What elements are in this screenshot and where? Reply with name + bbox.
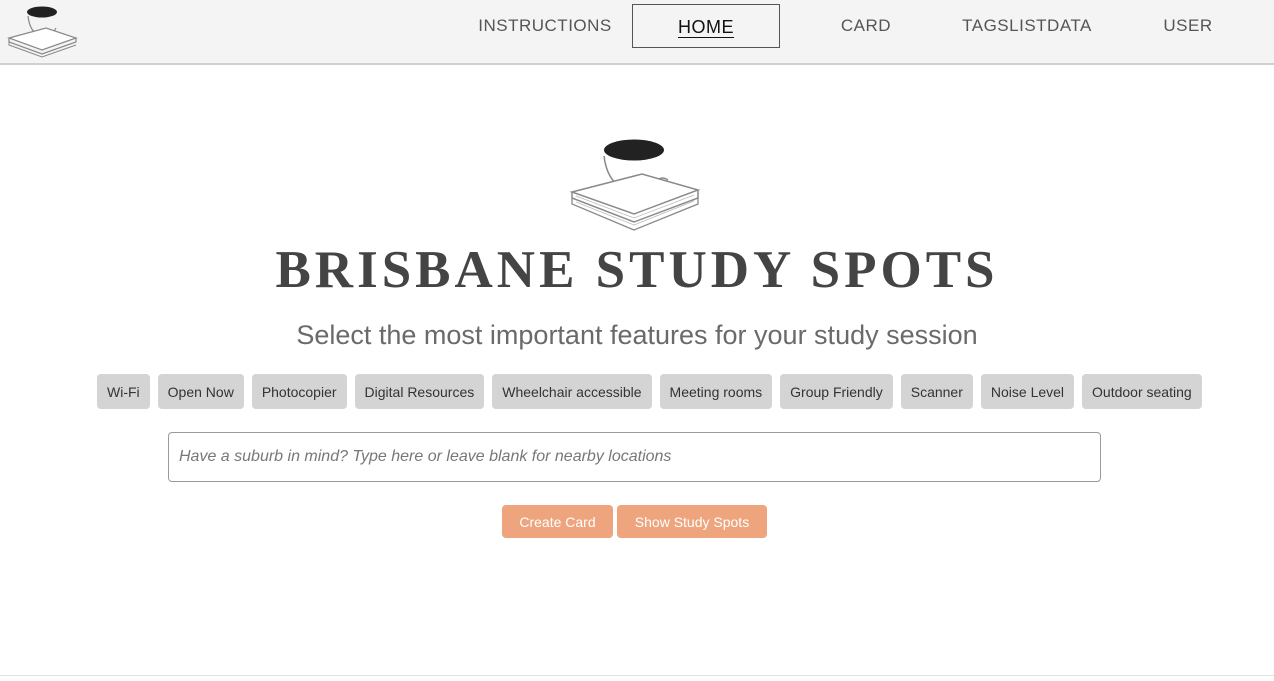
- feature-tag-scanner[interactable]: Scanner: [900, 374, 973, 409]
- nav-home[interactable]: HOME: [632, 4, 780, 48]
- page-subtitle: Select the most important features for y…: [296, 320, 978, 350]
- feature-tag-open-now[interactable]: Open Now: [157, 374, 244, 409]
- hero-logo-icon: [569, 139, 701, 231]
- feature-tag-group-friendly[interactable]: Group Friendly: [780, 374, 893, 409]
- feature-tag-outdoor-seating[interactable]: Outdoor seating: [1082, 374, 1202, 409]
- create-card-button[interactable]: Create Card: [502, 505, 613, 538]
- top-navbar: INSTRUCTIONS HOME CARD TAGSLISTDATA USER: [0, 0, 1274, 65]
- nav-instructions[interactable]: INSTRUCTIONS: [474, 4, 616, 48]
- brand-logo-icon[interactable]: [6, 4, 80, 58]
- feature-tag-digital-resources[interactable]: Digital Resources: [354, 374, 485, 409]
- feature-tag-wheelchair-accessible[interactable]: Wheelchair accessible: [492, 374, 652, 409]
- site-title: BRISBANE STUDY SPOTS: [275, 241, 999, 299]
- footer-divider: [0, 675, 1274, 676]
- feature-tag-list: Wi-Fi Open Now Photocopier Digital Resou…: [97, 374, 1202, 409]
- nav-user[interactable]: USER: [1146, 4, 1230, 48]
- nav-card[interactable]: CARD: [818, 4, 914, 48]
- feature-tag-meeting-rooms[interactable]: Meeting rooms: [659, 374, 773, 409]
- feature-tag-wifi[interactable]: Wi-Fi: [97, 374, 150, 409]
- feature-tag-photocopier[interactable]: Photocopier: [251, 374, 347, 409]
- nav-tagslistdata[interactable]: TAGSLISTDATA: [950, 4, 1104, 48]
- feature-tag-noise-level[interactable]: Noise Level: [980, 374, 1075, 409]
- home-page: INSTRUCTIONS HOME CARD TAGSLISTDATA USER…: [0, 0, 1274, 681]
- suburb-search-input[interactable]: [168, 432, 1101, 482]
- show-study-spots-button[interactable]: Show Study Spots: [617, 505, 767, 538]
